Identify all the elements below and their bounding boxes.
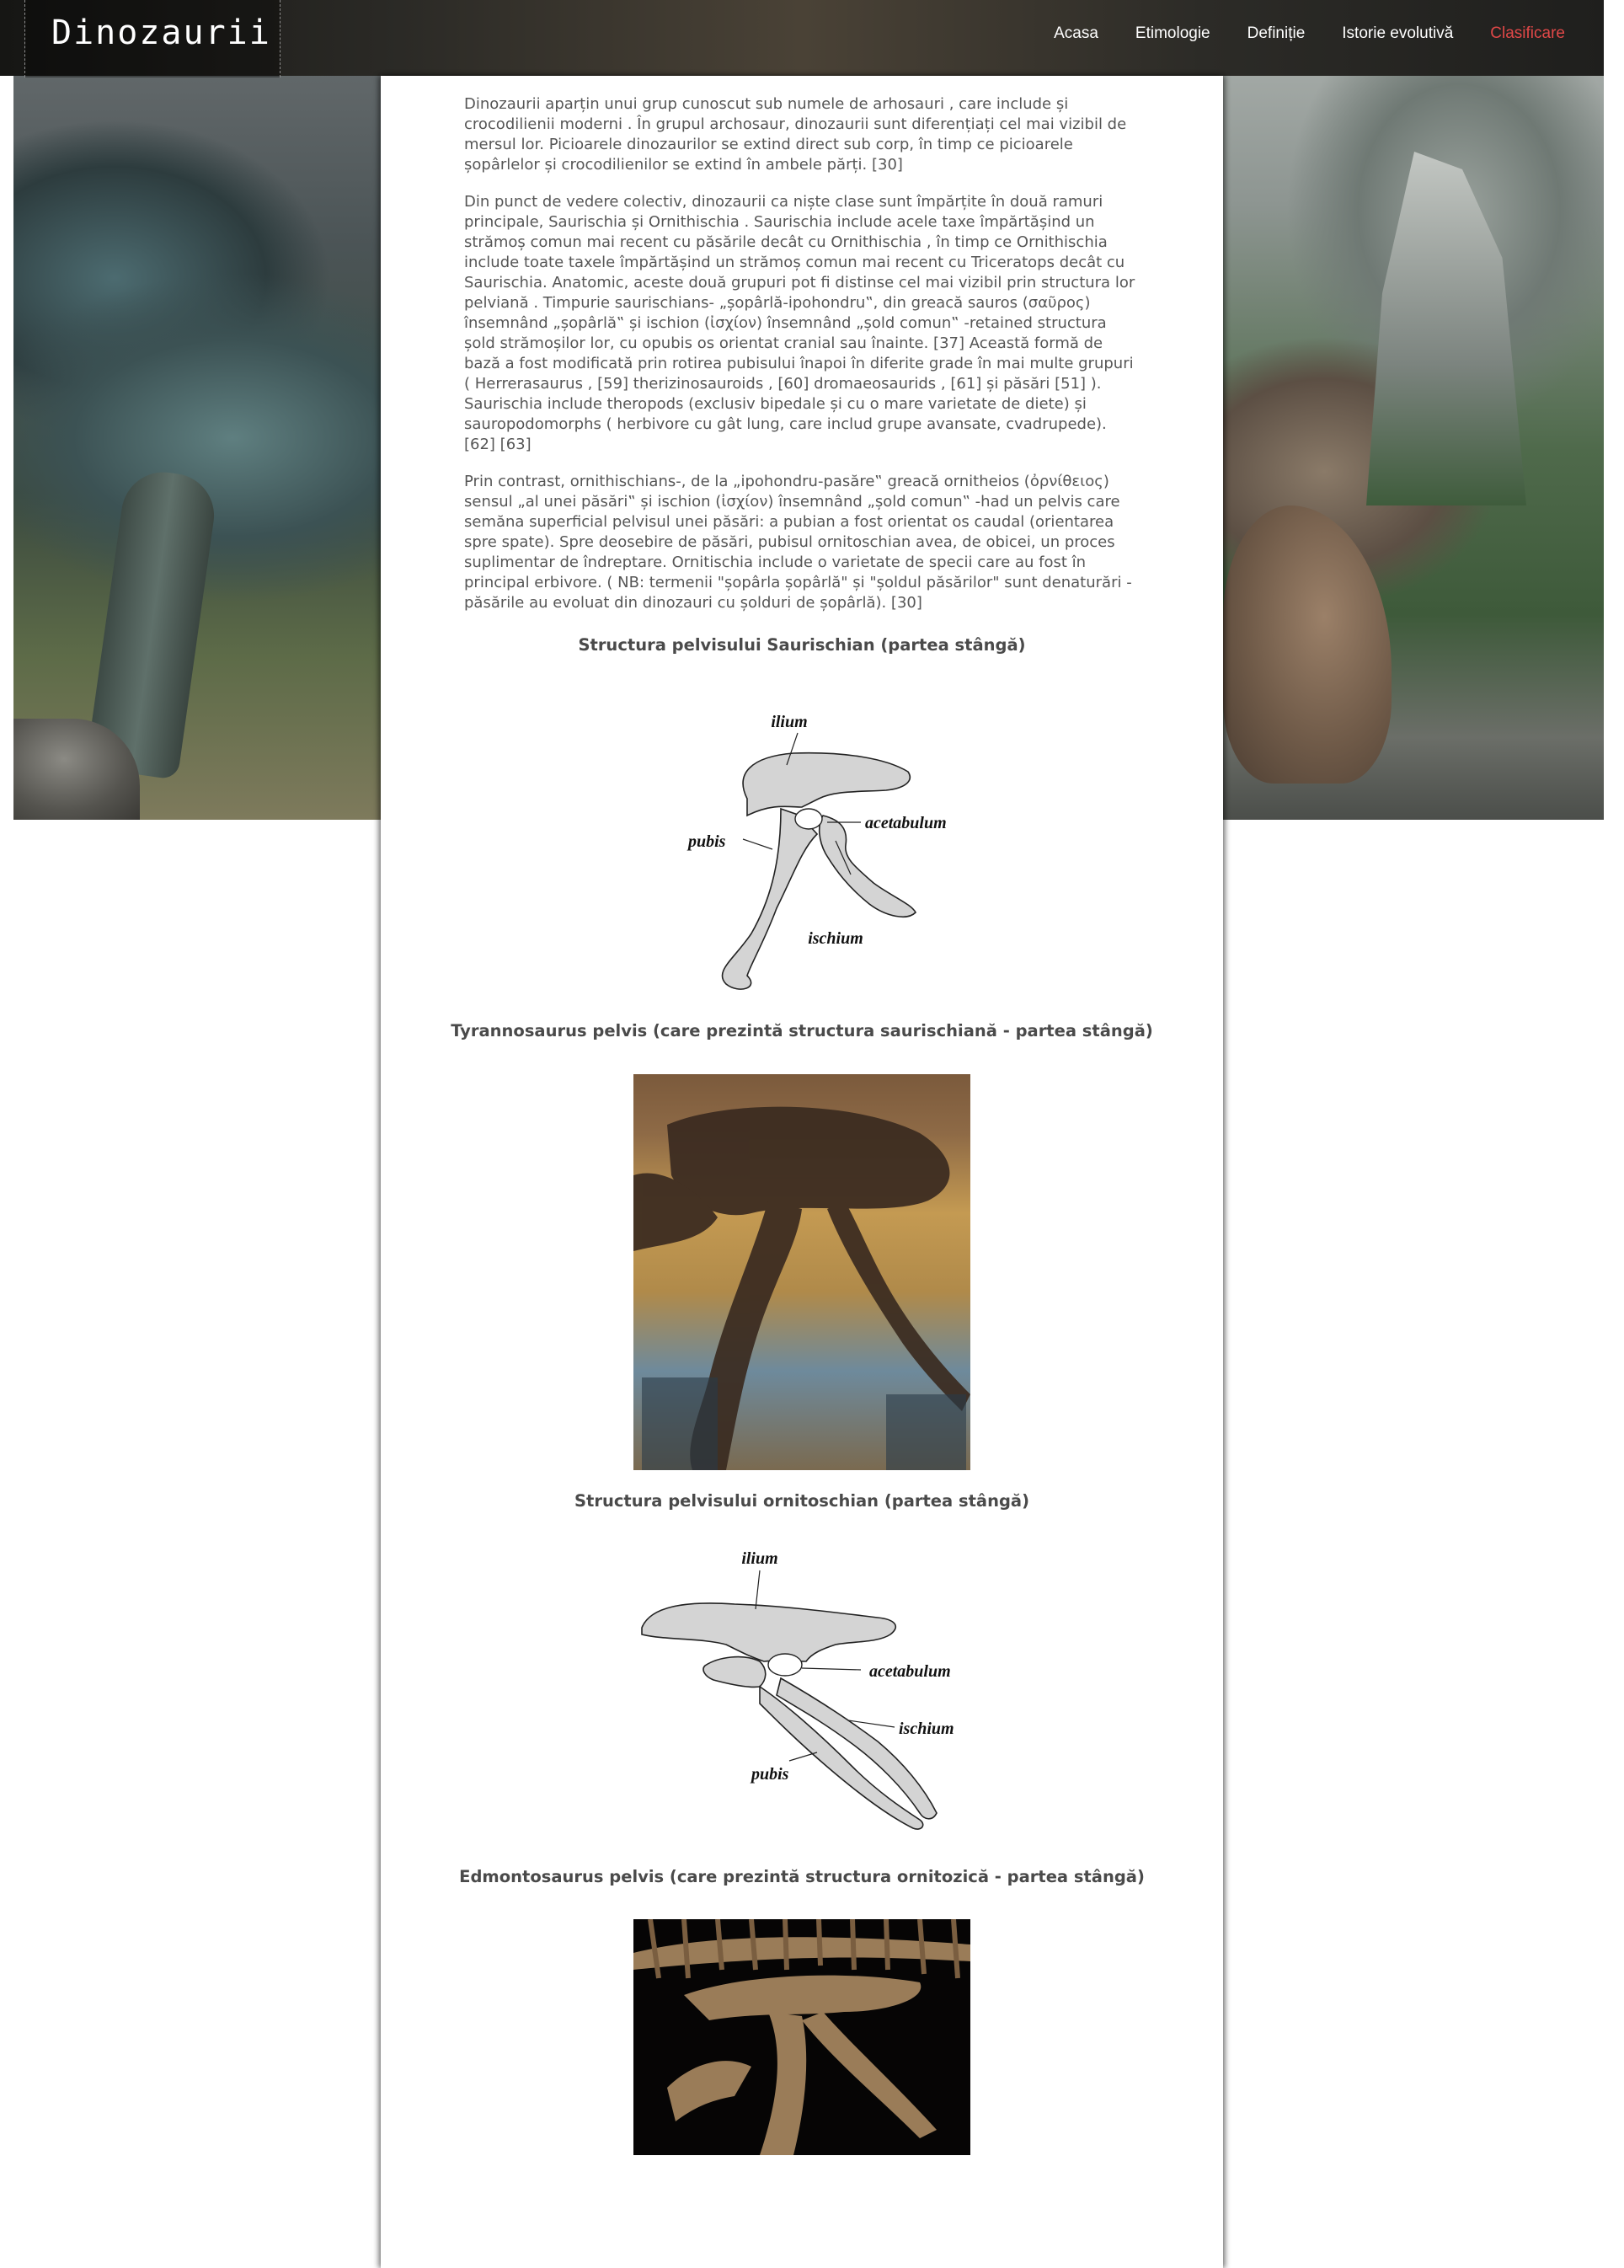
- ornithischian-pelvis-diagram: ilium acetabulum ischium pubis: [633, 1535, 996, 1838]
- nav-item-istorie-evolutiva[interactable]: Istorie evolutivă: [1323, 24, 1472, 44]
- background-scene-left: [13, 0, 381, 820]
- nav-item-etimologie[interactable]: Etimologie: [1117, 24, 1229, 44]
- figure-caption-tyrannosaurus: Tyrannosaurus pelvis (care prezintă stru…: [451, 1021, 1153, 1040]
- figure-caption-ornithischian: Structura pelvisului ornitoschian (parte…: [574, 1491, 1029, 1511]
- paragraph-archosaurs: Dinozaurii aparțin unui grup cunoscut su…: [464, 95, 1127, 174]
- cliff-image: [1366, 152, 1526, 505]
- label-ilium-ornithischian: ilium: [741, 1549, 777, 1568]
- triceratops-image: [1223, 505, 1392, 784]
- figure-caption-edmontosaurus: Edmontosaurus pelvis (care prezintă stru…: [459, 1867, 1145, 1886]
- main-nav: Acasa Etimologie Definiție Istorie evolu…: [1035, 24, 1584, 44]
- paragraph-saurischia: Din punct de vedere colectiv, dinozaurii…: [464, 193, 1135, 453]
- label-ilium: ilium: [771, 713, 807, 731]
- brand-box[interactable]: Dinozaurii: [24, 0, 280, 78]
- site-header: Dinozaurii Acasa Etimologie Definiție Is…: [0, 0, 1604, 78]
- background-scene-right: [1223, 0, 1604, 820]
- nav-item-definitie[interactable]: Definiție: [1229, 24, 1324, 44]
- label-ischium-ornithischian: ischium: [899, 1720, 954, 1738]
- label-ischium: ischium: [808, 929, 863, 948]
- nav-item-acasa[interactable]: Acasa: [1035, 24, 1117, 44]
- saurischian-pelvis-diagram: ilium acetabulum pubis ischium: [633, 681, 970, 992]
- label-pubis: pubis: [686, 832, 726, 851]
- tyrannosaurus-pelvis-photo: [633, 1074, 970, 1470]
- site-title[interactable]: Dinozaurii: [51, 13, 271, 52]
- label-acetabulum: acetabulum: [865, 814, 947, 832]
- paragraph-ornithischia: Prin contrast, ornithischians-, de la „i…: [464, 473, 1132, 612]
- content-column: Dinozaurii aparțin unui grup cunoscut su…: [381, 76, 1223, 2268]
- label-pubis-ornithischian: pubis: [750, 1765, 789, 1784]
- nav-item-clasificare[interactable]: Clasificare: [1472, 24, 1584, 44]
- edmontosaurus-pelvis-photo: [633, 1919, 970, 2155]
- figure-caption-saurischian: Structura pelvisului Saurischian (partea…: [578, 635, 1026, 655]
- label-acetabulum-ornithischian: acetabulum: [869, 1662, 951, 1681]
